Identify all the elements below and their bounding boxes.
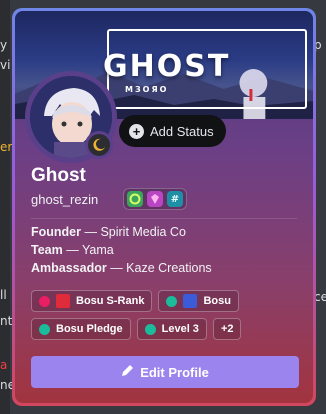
divider bbox=[31, 218, 297, 219]
more-roles-count: +2 bbox=[220, 323, 234, 335]
edit-profile-label: Edit Profile bbox=[140, 364, 209, 380]
add-status-button[interactable]: + Add Status bbox=[119, 115, 226, 147]
profile-card-body: GHOST МЗОЯО + Add Status Ghost ghost_rez… bbox=[15, 11, 313, 403]
role-pill[interactable]: Bosu Pledge bbox=[31, 318, 131, 340]
bio-line-label: Team bbox=[31, 243, 63, 257]
role-color-dot bbox=[39, 323, 50, 335]
gem-icon[interactable] bbox=[147, 191, 163, 207]
role-icon bbox=[183, 294, 198, 308]
plus-icon: + bbox=[129, 123, 144, 139]
add-status-label: Add Status bbox=[150, 123, 214, 139]
more-roles-button[interactable]: +2 bbox=[212, 318, 242, 340]
role-label: Bosu S-Rank bbox=[76, 295, 145, 307]
bio-line-label: Ambassador bbox=[31, 261, 107, 275]
role-pill[interactable]: Bosu bbox=[158, 290, 239, 312]
hashtag-icon[interactable]: # bbox=[167, 191, 183, 207]
role-color-dot bbox=[166, 295, 178, 307]
moon-icon bbox=[85, 131, 113, 159]
banner-title: GHOST bbox=[103, 49, 231, 84]
banner-subtitle: МЗОЯО bbox=[125, 85, 169, 94]
role-label: Bosu Pledge bbox=[56, 323, 123, 335]
bio-line-text: — Spirit Media Co bbox=[81, 225, 186, 239]
role-pill[interactable]: Bosu S-Rank bbox=[31, 290, 153, 312]
role-color-dot bbox=[144, 323, 156, 335]
bio-line: Team — Yama bbox=[31, 241, 212, 259]
bio-line: Founder — Spirit Media Co bbox=[31, 223, 212, 241]
edit-profile-button[interactable]: Edit Profile bbox=[31, 356, 299, 388]
username: ghost_rezin bbox=[31, 192, 99, 207]
role-list: Bosu S-Rank Bosu Bosu Pledge Level 3 +2 bbox=[31, 290, 307, 340]
bio-line: Ambassador — Kaze Creations bbox=[31, 259, 212, 277]
role-pill[interactable]: Level 3 bbox=[136, 318, 207, 340]
bio-line-text: — Kaze Creations bbox=[106, 261, 212, 275]
bio-line-label: Founder bbox=[31, 225, 81, 239]
role-icon bbox=[56, 294, 70, 308]
profile-badges: # bbox=[123, 188, 187, 210]
role-label: Bosu bbox=[203, 295, 231, 307]
role-label: Level 3 bbox=[161, 323, 199, 335]
bio-line-text: — Yama bbox=[62, 243, 114, 257]
display-name: Ghost bbox=[31, 165, 86, 186]
about-me: Founder — Spirit Media Co Team — Yama Am… bbox=[31, 223, 212, 277]
profile-popout: GHOST МЗОЯО + Add Status Ghost ghost_rez… bbox=[12, 8, 316, 406]
role-color-dot bbox=[39, 295, 50, 307]
nitro-icon[interactable] bbox=[127, 191, 143, 207]
pencil-icon bbox=[121, 364, 134, 380]
